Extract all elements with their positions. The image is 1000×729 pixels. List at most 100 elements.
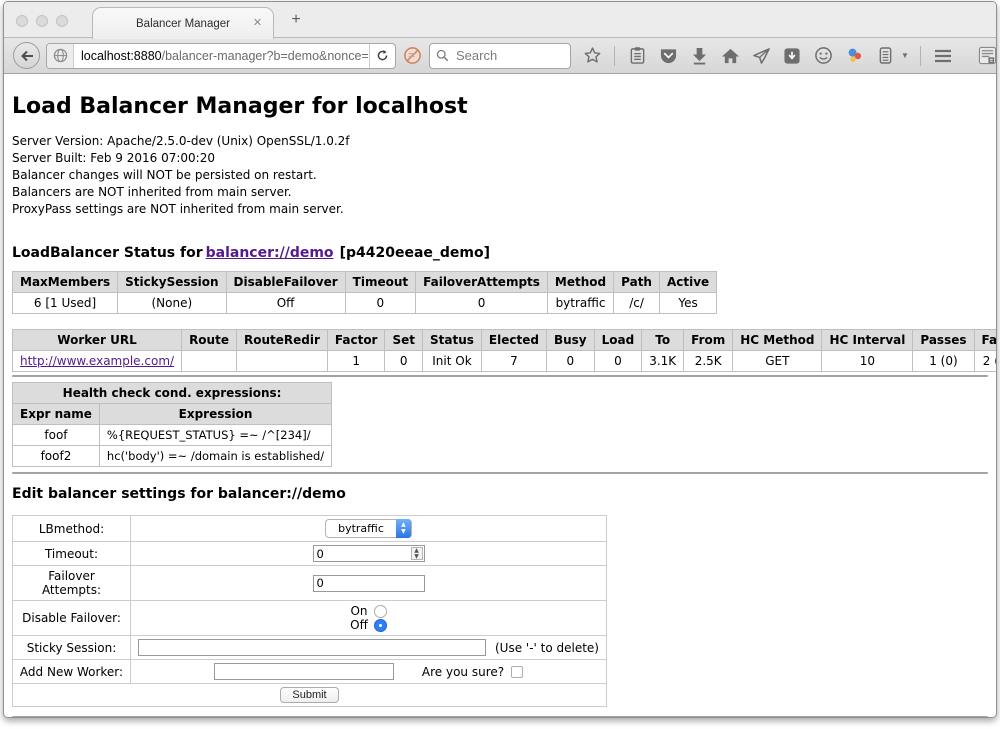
health-table-title: Health check cond. expressions: [13, 383, 332, 404]
add-worker-input[interactable] [214, 663, 394, 680]
bookmarks-menu-button[interactable] [626, 45, 648, 67]
cell-hc-method: GET [733, 351, 822, 372]
home-button[interactable] [719, 45, 741, 67]
reload-button[interactable] [369, 44, 395, 68]
cell-worker-url: http://www.example.com/ [13, 351, 182, 372]
server-info: Server Version: Apache/2.5.0-dev (Unix) … [12, 133, 988, 218]
feedback-smiley-icon [814, 46, 833, 65]
select-stepper-icon: ▲▼ [396, 519, 411, 538]
form-row-add-worker: Add New Worker: Are you sure? [13, 660, 607, 684]
url-bar[interactable]: localhost:8880/balancer-manager?b=demo&n… [46, 43, 396, 69]
cell-hc-interval: 10 [822, 351, 913, 372]
proxypass-notice-line: ProxyPass settings are NOT inherited fro… [12, 201, 988, 218]
sticky-session-input[interactable] [138, 639, 486, 656]
disable-failover-on-radio[interactable] [374, 605, 387, 618]
screenshot-grid-button[interactable] [977, 45, 997, 67]
col-disablefailover: DisableFailover [226, 272, 345, 293]
col-passes: Passes [913, 330, 974, 351]
search-input[interactable] [454, 47, 554, 64]
timeout-input[interactable] [313, 545, 425, 562]
balancer-summary-table: MaxMembers StickySession DisableFailover… [12, 271, 717, 314]
cell-expr-name: foof [13, 425, 100, 446]
col-hc-interval: HC Interval [822, 330, 913, 351]
disable-failover-off-radio[interactable] [374, 619, 387, 632]
expr-row: foof2 hc('body') =~ /domain is establish… [13, 446, 332, 467]
feedback-button[interactable] [812, 45, 834, 67]
col-failoverattempts: FailoverAttempts [416, 272, 548, 293]
menu-button[interactable] [932, 45, 954, 67]
zoom-window-button[interactable] [56, 15, 68, 27]
back-button[interactable] [13, 42, 40, 69]
back-icon [20, 50, 34, 62]
col-route: Route [182, 330, 237, 351]
tab-close-icon[interactable] [251, 17, 264, 30]
form-row-disable-failover: Disable Failover: On Off [13, 601, 607, 636]
url-input[interactable]: localhost:8880/balancer-manager?b=demo&n… [74, 49, 369, 63]
cell-method: bytraffic [547, 293, 613, 314]
save-page-icon [783, 47, 801, 65]
col-timeout: Timeout [345, 272, 415, 293]
radio-off-label: Off [350, 618, 368, 632]
cell-expression: hc('body') =~ /domain is established/ [99, 446, 331, 467]
send-tab-icon [752, 47, 771, 65]
server-version-line: Server Version: Apache/2.5.0-dev (Unix) … [12, 133, 988, 150]
toolbar-icons: ▼ [581, 45, 997, 67]
cell-set: 0 [385, 351, 423, 372]
radio-on-label: On [350, 604, 367, 618]
loadbalancer-status-heading: LoadBalancer Status forbalancer://demo[p… [12, 245, 988, 261]
screenshot-grid-icon [978, 46, 997, 65]
col-set: Set [385, 330, 423, 351]
col-active: Active [659, 272, 716, 293]
balancer-demo-link[interactable]: balancer://demo [206, 245, 334, 261]
col-routeredir: RouteRedir [236, 330, 327, 351]
col-worker-url: Worker URL [13, 330, 182, 351]
new-tab-button[interactable] [286, 10, 306, 30]
search-icon [436, 49, 449, 62]
cell-to: 3.1K [642, 351, 684, 372]
reload-icon [376, 49, 389, 62]
sticky-session-hint: (Use '-' to delete) [495, 641, 599, 655]
container-tabs-button[interactable] [874, 45, 896, 67]
extension-dots-button[interactable] [843, 45, 865, 67]
table-header-row: Worker URL Route RouteRedir Factor Set S… [13, 330, 998, 351]
col-from: From [684, 330, 733, 351]
pocket-button[interactable] [657, 45, 679, 67]
persist-notice-line: Balancer changes will NOT be persisted o… [12, 167, 988, 184]
site-identity[interactable] [47, 44, 74, 68]
cell-from: 2.5K [684, 351, 733, 372]
cell-active: Yes [659, 293, 716, 314]
disable-failover-label: Disable Failover: [13, 601, 131, 636]
submit-button[interactable]: Submit [280, 687, 338, 703]
cell-expression: %{REQUEST_STATUS} =~ /^[234]/ [99, 425, 331, 446]
save-page-button[interactable] [781, 45, 803, 67]
blocked-content-button[interactable] [403, 44, 422, 68]
blocked-content-icon [403, 46, 422, 65]
are-you-sure-checkbox[interactable] [511, 666, 523, 678]
send-tab-button[interactable] [750, 45, 772, 67]
lbmethod-selected-value: bytraffic [338, 522, 384, 535]
form-row-failover-attempts: Failover Attempts: [13, 566, 607, 601]
worker-url-link[interactable]: http://www.example.com/ [20, 354, 174, 368]
overflow-caret-icon[interactable]: ▼ [901, 51, 909, 60]
cell-failoverattempts: 0 [416, 293, 548, 314]
are-you-sure-label: Are you sure? [422, 665, 504, 679]
toolbar-separator [920, 46, 921, 66]
bookmark-star-button[interactable] [581, 45, 603, 67]
downloads-button[interactable] [688, 45, 710, 67]
col-method: Method [547, 272, 613, 293]
worker-table: Worker URL Route RouteRedir Factor Set S… [12, 329, 997, 372]
search-bar[interactable] [429, 43, 571, 69]
minimize-window-button[interactable] [36, 15, 48, 27]
close-window-button[interactable] [16, 15, 28, 27]
star-icon [583, 46, 602, 65]
cell-busy: 0 [546, 351, 594, 372]
col-factor: Factor [327, 330, 385, 351]
number-spinner-icon[interactable]: ▲▼ [411, 547, 423, 560]
col-status: Status [423, 330, 482, 351]
lbmethod-select[interactable]: bytraffic ▲▼ [325, 519, 412, 538]
worker-row: http://www.example.com/ 1 0 Init Ok 7 0 … [13, 351, 998, 372]
failover-attempts-input[interactable] [313, 575, 425, 592]
cell-status: Init Ok [423, 351, 482, 372]
tab-balancer-manager[interactable]: Balancer Manager [92, 7, 274, 39]
table-row: 6 [1 Used] (None) Off 0 0 bytraffic /c/ … [13, 293, 717, 314]
